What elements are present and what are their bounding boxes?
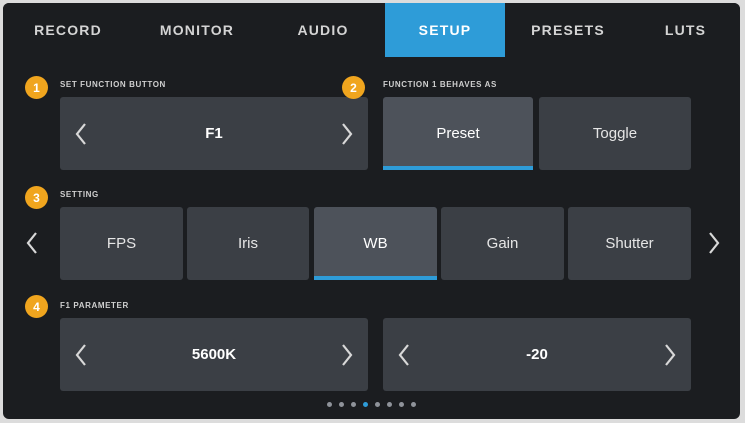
function-button-value: F1 (205, 125, 223, 142)
page-dot[interactable] (375, 402, 380, 407)
callout-badge-2: 2 (342, 76, 365, 99)
callout-badge-1: 1 (25, 76, 48, 99)
parameter-primary-selector: 5600K (60, 318, 368, 391)
setting-option-label: FPS (106, 235, 137, 252)
page-dot[interactable] (387, 402, 392, 407)
callout-badge-4: 4 (25, 295, 48, 318)
setting-option-iris[interactable]: Iris (187, 207, 309, 280)
function-behaves-as-label: FUNCTION 1 BEHAVES AS (383, 80, 497, 89)
chevron-right-icon[interactable] (707, 231, 721, 255)
behavior-option-label: Preset (436, 125, 480, 142)
setting-option-wb[interactable]: WB (314, 207, 437, 280)
setting-option-label: Shutter (605, 235, 654, 252)
camera-setup-screen: RECORD MONITOR AUDIO SETUP PRESETS LUTS … (3, 3, 740, 419)
tab-presets[interactable]: PRESETS (505, 3, 631, 57)
chevron-left-icon[interactable] (397, 343, 411, 367)
behavior-option-preset[interactable]: Preset (383, 97, 533, 170)
selected-indicator (383, 166, 533, 170)
chevron-right-icon[interactable] (340, 343, 354, 367)
setting-option-label: Gain (486, 235, 519, 252)
page-dot[interactable] (411, 402, 416, 407)
f1-parameter-label: F1 PARAMETER (60, 301, 129, 310)
page-dot[interactable] (399, 402, 404, 407)
function-button-selector: F1 (60, 97, 368, 170)
tab-luts[interactable]: LUTS (631, 3, 740, 57)
setting-option-shutter[interactable]: Shutter (568, 207, 691, 280)
set-function-button-label: SET FUNCTION BUTTON (60, 80, 166, 89)
page-dot[interactable] (351, 402, 356, 407)
setting-option-label: Iris (238, 235, 258, 252)
parameter-primary-value: 5600K (191, 346, 237, 363)
parameter-secondary-selector: -20 (383, 318, 691, 391)
callout-badge-3: 3 (25, 186, 48, 209)
page-dot[interactable] (363, 402, 368, 407)
chevron-right-icon[interactable] (663, 343, 677, 367)
behavior-option-label: Toggle (592, 125, 638, 142)
tab-bar: RECORD MONITOR AUDIO SETUP PRESETS LUTS (3, 3, 740, 57)
setting-option-label: WB (363, 235, 388, 252)
page-dot[interactable] (327, 402, 332, 407)
tab-audio[interactable]: AUDIO (261, 3, 385, 57)
tab-monitor[interactable]: MONITOR (133, 3, 261, 57)
selected-indicator (314, 276, 437, 280)
setting-option-fps[interactable]: FPS (60, 207, 183, 280)
behavior-option-toggle[interactable]: Toggle (539, 97, 691, 170)
parameter-secondary-value: -20 (526, 346, 548, 363)
page-indicator (3, 402, 740, 407)
chevron-left-icon[interactable] (74, 343, 88, 367)
setting-label: SETTING (60, 190, 99, 199)
tab-record[interactable]: RECORD (3, 3, 133, 57)
chevron-right-icon[interactable] (340, 122, 354, 146)
chevron-left-icon[interactable] (74, 122, 88, 146)
tab-setup[interactable]: SETUP (385, 3, 505, 57)
setting-option-gain[interactable]: Gain (441, 207, 564, 280)
chevron-left-icon[interactable] (25, 231, 39, 255)
page-dot[interactable] (339, 402, 344, 407)
